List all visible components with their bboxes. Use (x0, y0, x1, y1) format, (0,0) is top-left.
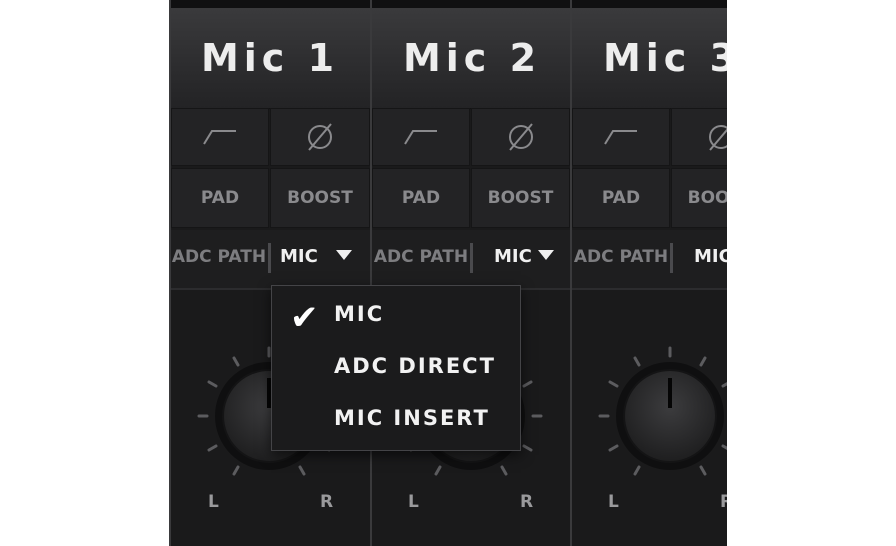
mixer-panel: Mic 1 PAD BOOST ADC PATH MIC L R Mic 2 P… (170, 0, 727, 546)
panel-left-edge (169, 0, 171, 546)
adc-path-row: ADC PATH MIC (372, 230, 572, 290)
channel-strip-mic-3: Mic 3 PAD BOOST ADC PATH MIC (572, 0, 727, 546)
phase-invert-icon (508, 123, 533, 151)
adc-path-select[interactable]: MIC (494, 230, 532, 288)
pan-left-label: L (408, 492, 419, 512)
channel-title: Mic 2 (402, 36, 542, 80)
channel-title: Mic 3 (602, 36, 727, 80)
channel-top-edge (372, 0, 572, 8)
adc-separator (470, 243, 473, 273)
adc-path-row: ADC PATH MIC (572, 230, 727, 290)
menu-item-mic[interactable]: MIC (334, 302, 384, 326)
adc-path-dropdown-menu: ✔ MIC ADC DIRECT MIC INSERT (271, 285, 521, 451)
channel-header[interactable]: Mic 1 (170, 8, 370, 109)
adc-path-label: ADC PATH (171, 247, 267, 267)
pad-button[interactable]: PAD (171, 168, 269, 228)
boost-button[interactable]: BOOST (270, 168, 370, 228)
pan-left-label: L (208, 492, 219, 512)
channel-header[interactable]: Mic 2 (372, 8, 572, 109)
channel-top-edge (572, 0, 727, 8)
menu-item-mic-insert[interactable]: MIC INSERT (334, 406, 490, 430)
boost-button[interactable]: BOOST (471, 168, 570, 228)
pan-right-label: R (720, 492, 727, 512)
pan-right-label: R (320, 492, 334, 512)
adc-path-row: ADC PATH MIC (170, 230, 370, 290)
channel-strip-mic-2: Mic 2 PAD BOOST ADC PATH MIC L R (372, 0, 572, 546)
triangle-down-icon[interactable] (538, 250, 554, 260)
phase-invert-icon (308, 123, 332, 151)
channel-top-edge (170, 0, 370, 8)
adc-separator (670, 243, 673, 273)
channel-header[interactable]: Mic 3 (572, 8, 727, 109)
pan-knob[interactable] (572, 290, 727, 490)
channel-strip-mic-1: Mic 1 PAD BOOST ADC PATH MIC L R (170, 0, 370, 546)
pad-button[interactable]: PAD (572, 168, 670, 228)
high-pass-filter-icon (404, 130, 437, 145)
phase-invert-button[interactable] (270, 108, 370, 166)
checkmark-icon: ✔ (290, 298, 319, 338)
phase-invert-button[interactable] (471, 108, 570, 166)
hpf-button[interactable] (572, 108, 670, 166)
adc-path-select[interactable]: MIC (694, 230, 727, 288)
phase-invert-button[interactable] (671, 108, 727, 166)
pad-button[interactable]: PAD (372, 168, 470, 228)
adc-separator (268, 243, 271, 273)
triangle-down-icon[interactable] (336, 250, 352, 260)
hpf-button[interactable] (372, 108, 470, 166)
adc-path-label: ADC PATH (373, 247, 469, 267)
high-pass-filter-icon (604, 130, 637, 145)
pan-right-label: R (520, 492, 534, 512)
menu-item-adc-direct[interactable]: ADC DIRECT (334, 354, 496, 378)
boost-button[interactable]: BOOST (671, 168, 727, 228)
hpf-button[interactable] (171, 108, 269, 166)
adc-path-label: ADC PATH (573, 247, 669, 267)
high-pass-filter-icon (203, 130, 236, 145)
channel-title: Mic 1 (200, 36, 340, 80)
phase-invert-icon (708, 125, 727, 151)
adc-path-select[interactable]: MIC (280, 230, 318, 288)
pan-left-label: L (608, 492, 619, 512)
